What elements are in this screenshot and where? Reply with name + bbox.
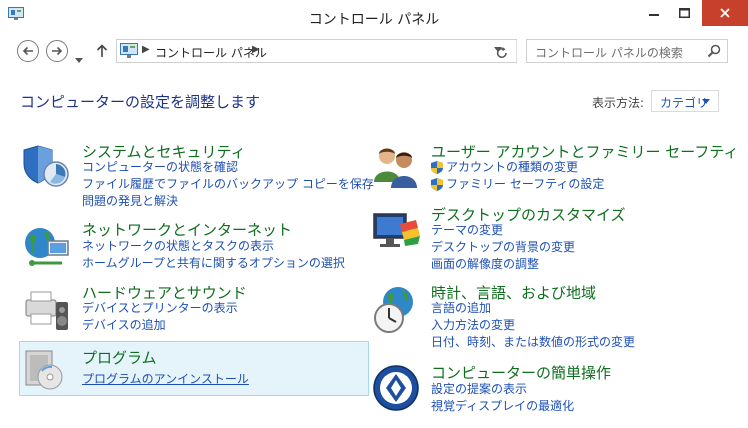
address-bar[interactable]: ▶ コントロール パネル ▶ [116, 39, 517, 63]
link-change-account-type[interactable]: アカウントの種類の変更 [431, 159, 604, 176]
link-adjust-resolution[interactable]: 画面の解像度の調整 [431, 256, 575, 273]
up-arrow-icon [96, 44, 108, 57]
uac-shield-icon [431, 178, 443, 191]
globe-network-icon[interactable] [22, 223, 72, 273]
control-panel-icon [120, 43, 138, 58]
uac-shield-icon [431, 161, 443, 174]
link-devices-printers[interactable]: デバイスとプリンターの表示 [82, 300, 238, 317]
back-button[interactable] [17, 40, 39, 62]
link-add-language[interactable]: 言語の追加 [431, 300, 635, 317]
link-label: アカウントの種類の変更 [446, 160, 579, 174]
recent-locations-button[interactable] [75, 48, 83, 67]
navigation-bar: ▶ コントロール パネル ▶ コントロール パネルの検索 [0, 34, 748, 70]
link-file-history-backup[interactable]: ファイル履歴でファイルのバックアップ コピーを保存 [82, 176, 374, 193]
window-title: コントロール パネル [308, 12, 440, 28]
link-change-input-method[interactable]: 入力方法の変更 [431, 317, 635, 334]
title-bar: コントロール パネル [0, 0, 748, 34]
link-find-fix-problems[interactable]: 問題の発見と解決 [82, 193, 374, 210]
forward-button[interactable] [46, 40, 68, 62]
search-input[interactable]: コントロール パネルの検索 [535, 44, 683, 61]
up-button[interactable] [96, 43, 108, 62]
close-icon [720, 8, 730, 18]
category-title[interactable]: ネットワークとインターネット [82, 219, 292, 240]
shield-icon[interactable] [22, 142, 70, 190]
breadcrumb-separator-icon[interactable]: ▶ [142, 44, 150, 55]
divider [516, 40, 517, 62]
link-change-background[interactable]: デスクトップの背景の変更 [431, 239, 575, 256]
page-title: コンピューターの設定を調整します [20, 93, 261, 111]
breadcrumb-control-panel[interactable]: コントロール パネル [155, 44, 267, 61]
category-title[interactable]: プログラム [82, 347, 157, 368]
link-uninstall-program[interactable]: プログラムのアンインストール [82, 371, 249, 388]
ease-of-access-icon[interactable] [372, 364, 420, 412]
view-by-dropdown[interactable]: カテゴリ [651, 90, 719, 112]
clock-globe-icon[interactable] [372, 284, 422, 336]
forward-arrow-icon [52, 46, 63, 56]
printer-speaker-icon[interactable] [22, 284, 72, 334]
users-icon[interactable] [372, 142, 422, 190]
chevron-down-icon [702, 99, 710, 104]
link-add-device[interactable]: デバイスの追加 [82, 317, 238, 334]
search-icon[interactable] [707, 44, 721, 58]
view-by-value: カテゴリ [660, 96, 709, 110]
chevron-down-icon [75, 58, 83, 63]
view-by-label: 表示方法: [592, 96, 645, 110]
link-optimize-visual-display[interactable]: 視覚ディスプレイの最適化 [431, 398, 574, 415]
link-change-theme[interactable]: テーマの変更 [431, 222, 575, 239]
refresh-button[interactable] [490, 40, 514, 64]
maximize-button[interactable] [667, 0, 701, 26]
link-family-safety[interactable]: ファミリー セーフティの設定 [431, 176, 604, 193]
minimize-icon [649, 14, 659, 16]
refresh-icon [496, 46, 507, 58]
link-network-status-tasks[interactable]: ネットワークの状態とタスクの表示 [82, 238, 345, 255]
programs-icon[interactable] [22, 345, 70, 393]
link-check-computer-status[interactable]: コンピューターの状態を確認 [82, 159, 374, 176]
close-button[interactable] [702, 0, 748, 26]
link-homegroup-sharing[interactable]: ホームグループと共有に関するオプションの選択 [82, 255, 345, 272]
link-get-recommendations[interactable]: 設定の提案の表示 [431, 381, 574, 398]
link-label: ファミリー セーフティの設定 [446, 177, 605, 191]
link-change-date-format[interactable]: 日付、時刻、または数値の形式の変更 [431, 334, 635, 351]
search-box[interactable]: コントロール パネルの検索 [526, 39, 728, 63]
category-title[interactable]: コンピューターの簡単操作 [431, 362, 611, 383]
monitor-palette-icon[interactable] [372, 210, 422, 256]
minimize-button[interactable] [637, 0, 671, 26]
back-arrow-icon [22, 46, 33, 56]
maximize-icon [678, 8, 690, 18]
breadcrumb-separator-icon[interactable]: ▶ [252, 44, 260, 55]
